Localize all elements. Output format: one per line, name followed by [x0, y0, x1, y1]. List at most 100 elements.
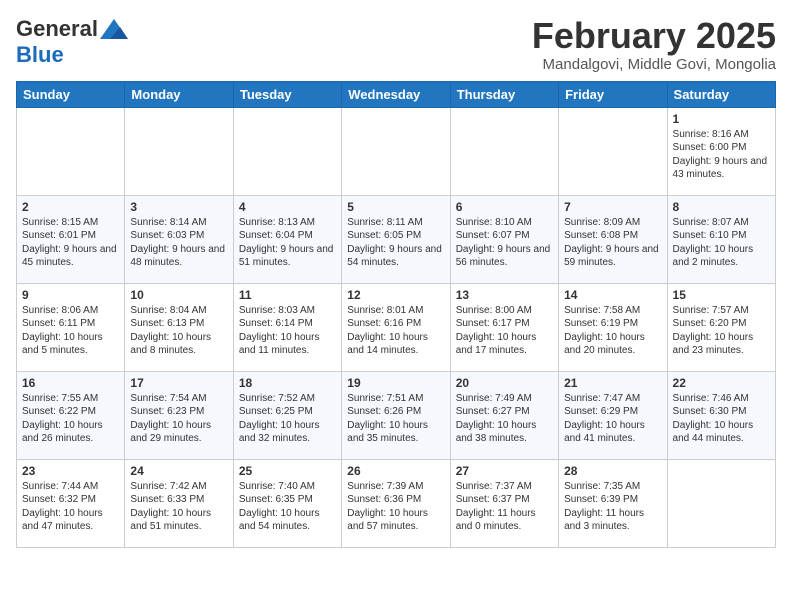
calendar-cell: 6 Sunrise: 8:10 AM Sunset: 6:07 PM Daylig… [450, 195, 558, 283]
logo-icon [100, 19, 128, 39]
day-number: 18 [239, 376, 336, 390]
day-number: 16 [22, 376, 119, 390]
calendar-week-row: 9 Sunrise: 8:06 AM Sunset: 6:11 PM Daylig… [17, 283, 776, 371]
calendar-cell: 22Sunrise: 7:46 AM Sunset: 6:30 PM Dayli… [667, 371, 775, 459]
day-number: 23 [22, 464, 119, 478]
day-number: 19 [347, 376, 444, 390]
calendar-cell: 27 Sunrise: 7:37 AM Sunset: 6:37 PM Dayli… [450, 459, 558, 547]
calendar-cell [450, 107, 558, 195]
calendar-cell [559, 107, 667, 195]
calendar-cell: 14Sunrise: 7:58 AM Sunset: 6:19 PM Dayli… [559, 283, 667, 371]
day-number: 24 [130, 464, 227, 478]
weekday-header-friday: Friday [559, 81, 667, 107]
day-info: Sunrise: 7:52 AM Sunset: 6:25 PM Dayligh… [239, 392, 336, 446]
day-info: Sunrise: 7:54 AM Sunset: 6:23 PM Dayligh… [130, 392, 227, 446]
calendar-cell [233, 107, 341, 195]
calendar-cell: 26 Sunrise: 7:39 AM Sunset: 6:36 PM Dayli… [342, 459, 450, 547]
day-number: 11 [239, 288, 336, 302]
weekday-header-saturday: Saturday [667, 81, 775, 107]
day-number: 17 [130, 376, 227, 390]
calendar-cell: 25Sunrise: 7:40 AM Sunset: 6:35 PM Dayli… [233, 459, 341, 547]
logo-general-text: General [16, 16, 98, 42]
day-info: Sunrise: 7:51 AM Sunset: 6:26 PM Dayligh… [347, 392, 444, 446]
day-info: Sunrise: 8:06 AM Sunset: 6:11 PM Dayligh… [22, 304, 119, 358]
day-info: Sunrise: 8:10 AM Sunset: 6:07 PM Dayligh… [456, 216, 553, 270]
calendar-cell: 16 Sunrise: 7:55 AM Sunset: 6:22 PM Dayli… [17, 371, 125, 459]
day-info: Sunrise: 7:46 AM Sunset: 6:30 PM Dayligh… [673, 392, 770, 446]
calendar-cell [125, 107, 233, 195]
weekday-header-tuesday: Tuesday [233, 81, 341, 107]
calendar-cell: 12 Sunrise: 8:01 AM Sunset: 6:16 PM Dayli… [342, 283, 450, 371]
weekday-header-wednesday: Wednesday [342, 81, 450, 107]
day-number: 15 [673, 288, 770, 302]
day-info: Sunrise: 8:04 AM Sunset: 6:13 PM Dayligh… [130, 304, 227, 358]
weekday-header-row: SundayMondayTuesdayWednesdayThursdayFrid… [17, 81, 776, 107]
day-number: 12 [347, 288, 444, 302]
calendar-cell: 18 Sunrise: 7:52 AM Sunset: 6:25 PM Dayli… [233, 371, 341, 459]
day-info: Sunrise: 8:15 AM Sunset: 6:01 PM Dayligh… [22, 216, 119, 270]
calendar-week-row: 1 Sunrise: 8:16 AM Sunset: 6:00 PM Daylig… [17, 107, 776, 195]
calendar-cell: 1 Sunrise: 8:16 AM Sunset: 6:00 PM Daylig… [667, 107, 775, 195]
calendar-cell: 3 Sunrise: 8:14 AM Sunset: 6:03 PM Daylig… [125, 195, 233, 283]
day-number: 10 [130, 288, 227, 302]
day-info: Sunrise: 7:39 AM Sunset: 6:36 PM Dayligh… [347, 480, 444, 534]
day-info: Sunrise: 8:07 AM Sunset: 6:10 PM Dayligh… [673, 216, 770, 270]
page-header: General Blue February 2025 Mandalgovi, M… [16, 16, 776, 73]
day-info: Sunrise: 7:42 AM Sunset: 6:33 PM Dayligh… [130, 480, 227, 534]
day-number: 5 [347, 200, 444, 214]
day-info: Sunrise: 7:58 AM Sunset: 6:19 PM Dayligh… [564, 304, 661, 358]
day-info: Sunrise: 7:37 AM Sunset: 6:37 PM Dayligh… [456, 480, 553, 534]
day-info: Sunrise: 7:49 AM Sunset: 6:27 PM Dayligh… [456, 392, 553, 446]
calendar-table: SundayMondayTuesdayWednesdayThursdayFrid… [16, 81, 776, 548]
calendar-cell [667, 459, 775, 547]
day-info: Sunrise: 8:13 AM Sunset: 6:04 PM Dayligh… [239, 216, 336, 270]
calendar-cell: 8 Sunrise: 8:07 AM Sunset: 6:10 PM Daylig… [667, 195, 775, 283]
day-number: 6 [456, 200, 553, 214]
day-number: 7 [564, 200, 661, 214]
calendar-week-row: 23 Sunrise: 7:44 AM Sunset: 6:32 PM Dayli… [17, 459, 776, 547]
calendar-cell: 23 Sunrise: 7:44 AM Sunset: 6:32 PM Dayli… [17, 459, 125, 547]
calendar-cell: 4 Sunrise: 8:13 AM Sunset: 6:04 PM Daylig… [233, 195, 341, 283]
day-number: 2 [22, 200, 119, 214]
calendar-cell: 21Sunrise: 7:47 AM Sunset: 6:29 PM Dayli… [559, 371, 667, 459]
calendar-cell: 15 Sunrise: 7:57 AM Sunset: 6:20 PM Dayli… [667, 283, 775, 371]
day-info: Sunrise: 8:14 AM Sunset: 6:03 PM Dayligh… [130, 216, 227, 270]
location-subtitle: Mandalgovi, Middle Govi, Mongolia [532, 56, 776, 73]
day-info: Sunrise: 7:44 AM Sunset: 6:32 PM Dayligh… [22, 480, 119, 534]
day-number: 28 [564, 464, 661, 478]
day-number: 4 [239, 200, 336, 214]
day-number: 26 [347, 464, 444, 478]
title-block: February 2025 Mandalgovi, Middle Govi, M… [532, 16, 776, 73]
calendar-cell: 20 Sunrise: 7:49 AM Sunset: 6:27 PM Dayli… [450, 371, 558, 459]
day-info: Sunrise: 8:01 AM Sunset: 6:16 PM Dayligh… [347, 304, 444, 358]
day-number: 3 [130, 200, 227, 214]
day-info: Sunrise: 8:16 AM Sunset: 6:00 PM Dayligh… [673, 128, 770, 182]
day-info: Sunrise: 7:57 AM Sunset: 6:20 PM Dayligh… [673, 304, 770, 358]
calendar-cell: 19 Sunrise: 7:51 AM Sunset: 6:26 PM Dayli… [342, 371, 450, 459]
day-number: 9 [22, 288, 119, 302]
day-info: Sunrise: 7:35 AM Sunset: 6:39 PM Dayligh… [564, 480, 661, 534]
calendar-cell: 17 Sunrise: 7:54 AM Sunset: 6:23 PM Dayli… [125, 371, 233, 459]
calendar-cell: 24 Sunrise: 7:42 AM Sunset: 6:33 PM Dayli… [125, 459, 233, 547]
weekday-header-monday: Monday [125, 81, 233, 107]
day-number: 1 [673, 112, 770, 126]
calendar-cell: 28 Sunrise: 7:35 AM Sunset: 6:39 PM Dayli… [559, 459, 667, 547]
month-title: February 2025 [532, 16, 776, 56]
day-number: 20 [456, 376, 553, 390]
calendar-cell: 13Sunrise: 8:00 AM Sunset: 6:17 PM Dayli… [450, 283, 558, 371]
calendar-week-row: 16 Sunrise: 7:55 AM Sunset: 6:22 PM Dayli… [17, 371, 776, 459]
day-info: Sunrise: 7:47 AM Sunset: 6:29 PM Dayligh… [564, 392, 661, 446]
calendar-cell [342, 107, 450, 195]
calendar-cell: 5 Sunrise: 8:11 AM Sunset: 6:05 PM Daylig… [342, 195, 450, 283]
day-number: 8 [673, 200, 770, 214]
calendar-cell: 2 Sunrise: 8:15 AM Sunset: 6:01 PM Daylig… [17, 195, 125, 283]
day-number: 27 [456, 464, 553, 478]
calendar-cell: 10 Sunrise: 8:04 AM Sunset: 6:13 PM Dayli… [125, 283, 233, 371]
calendar-cell: 11Sunrise: 8:03 AM Sunset: 6:14 PM Dayli… [233, 283, 341, 371]
day-info: Sunrise: 8:11 AM Sunset: 6:05 PM Dayligh… [347, 216, 444, 270]
logo-blue-text: Blue [16, 42, 64, 68]
day-number: 13 [456, 288, 553, 302]
day-info: Sunrise: 7:55 AM Sunset: 6:22 PM Dayligh… [22, 392, 119, 446]
day-info: Sunrise: 8:09 AM Sunset: 6:08 PM Dayligh… [564, 216, 661, 270]
calendar-week-row: 2 Sunrise: 8:15 AM Sunset: 6:01 PM Daylig… [17, 195, 776, 283]
